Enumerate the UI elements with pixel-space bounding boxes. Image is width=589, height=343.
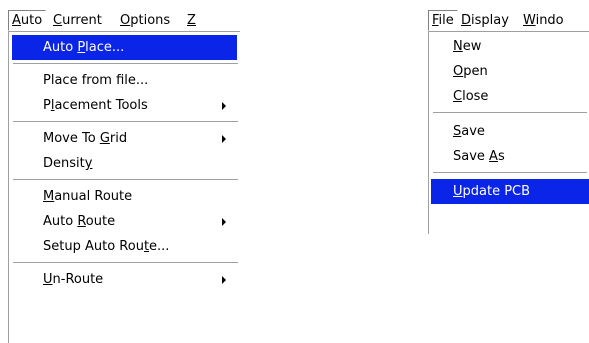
item-label-pre: Auto [43,40,78,55]
item-label-post: oute [85,214,116,229]
menu-separator [429,109,589,119]
menu-separator [9,259,240,267]
item-label-post: pen [463,64,488,79]
menu-current-accel: C [53,13,63,28]
menu-item-new[interactable]: New [429,34,589,59]
item-label-accel: U [453,184,463,199]
item-label-pre: P [43,98,51,113]
item-label-post: lose [462,89,489,104]
menu-item-density[interactable]: Density [9,151,240,176]
menu-item-manual-route[interactable]: Manual Route [9,184,240,209]
menu-item-auto-place[interactable]: Auto Place... [12,35,237,60]
menu-auto-accel: A [12,13,21,28]
menu-item-move-to-grid[interactable]: Move To Grid [9,126,240,151]
menu-display-accel: D [461,13,472,28]
menu-item-save[interactable]: Save [429,119,589,144]
menu-window-accel: W [523,13,536,28]
item-label-accel: C [453,89,463,104]
submenu-arrow-icon [222,135,226,143]
menu-file[interactable]: File [428,10,458,31]
menu-auto[interactable]: Auto [8,10,47,31]
menu-separator [9,118,240,126]
file-dropdown: New Open Close Save Save As Update PCB [428,31,589,234]
item-label-pre: Densit [43,156,85,171]
menu-bar: Auto Current Options Z [8,10,240,31]
item-label-post: n-Route [52,272,104,287]
menu-separator [9,60,240,68]
item-label-post: ew [462,39,482,54]
submenu-arrow-icon [222,102,226,110]
menu-item-place-from-file[interactable]: Place from file... [9,68,240,93]
item-label-accel: y [84,156,93,171]
item-label-accel: U [43,272,53,287]
auto-menu-panel: Auto Current Options Z Auto Place... Pla… [8,10,240,343]
submenu-arrow-icon [222,276,226,284]
menu-display-post: isplay [471,13,509,28]
file-menu-panel: File Display Windo New Open Close Save S… [428,10,589,234]
menu-auto-post: uto [20,13,43,28]
item-label-pre: Save [453,149,490,164]
menu-current-post: urrent [62,13,102,28]
menu-window[interactable]: Windo [520,10,567,31]
menu-file-post: ile [438,13,454,28]
item-label-pre: Auto [43,214,78,229]
item-label-post: lace... [85,40,125,55]
item-label-accel: P [77,40,86,55]
item-label-accel: A [489,149,498,164]
item-label-pre: Move To [43,131,100,146]
menu-bar: File Display Windo [428,10,589,31]
menu-item-placement-tools[interactable]: Placement Tools [9,93,240,118]
menu-item-auto-route[interactable]: Auto Route [9,209,240,234]
menu-item-save-as[interactable]: Save As [429,144,589,169]
menu-item-update-pcb[interactable]: Update PCB [431,179,589,204]
menu-z[interactable]: Z [184,10,199,31]
menu-item-setup-auto-route[interactable]: Setup Auto Route... [9,234,240,259]
menu-item-close[interactable]: Close [429,84,589,109]
item-label-accel: O [453,64,464,79]
item-label-post: rid [109,131,128,146]
submenu-arrow-icon [222,218,226,226]
auto-dropdown: Auto Place... Place from file... Placeme… [8,31,240,343]
menu-display[interactable]: Display [458,10,512,31]
item-label-accel: M [43,189,55,204]
item-label-post: s [497,149,505,164]
item-label-accel: R [77,214,86,229]
item-label-pre: Setup Auto Rou [43,239,144,254]
menu-separator [9,176,240,184]
item-label-post: ave [461,124,485,139]
item-label-accel: N [453,39,463,54]
item-label-accel: G [99,131,110,146]
item-label-post: anual Route [54,189,133,204]
menu-item-open[interactable]: Open [429,59,589,84]
item-label-post: e... [149,239,170,254]
menu-window-post: indo [535,13,564,28]
menu-separator [429,169,589,179]
menu-item-un-route[interactable]: Un-Route [9,267,240,292]
menu-options-accel: O [120,13,131,28]
menu-z-accel: Z [187,13,196,28]
menu-options-post: ptions [130,13,171,28]
menu-options[interactable]: Options [117,10,173,31]
item-label-post: pdate PCB [462,184,531,199]
item-label-pre: Place from file... [43,73,149,88]
item-label-post: acement Tools [54,98,148,113]
menu-current[interactable]: Current [50,10,105,31]
